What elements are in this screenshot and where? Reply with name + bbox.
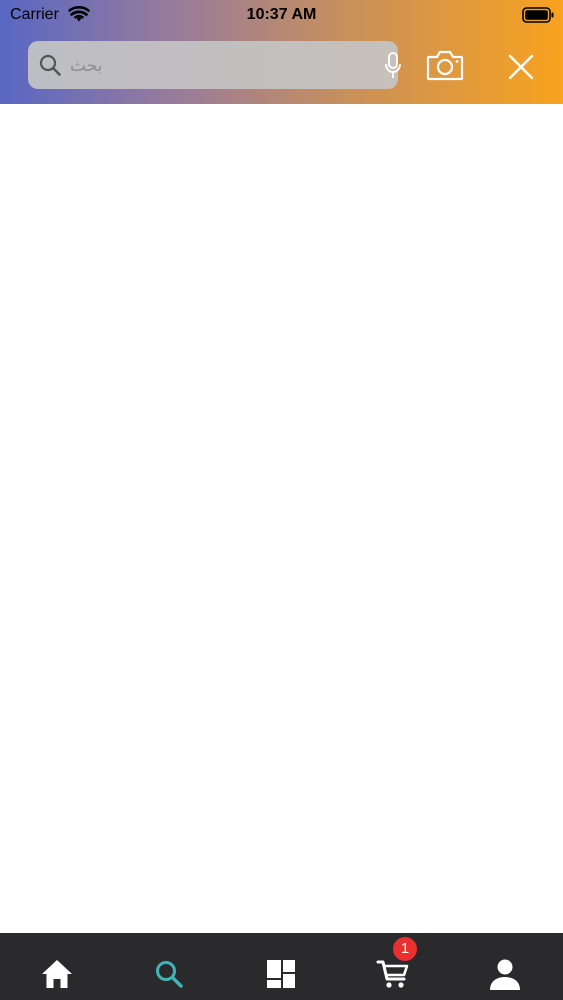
cart-badge: 1 (393, 937, 417, 961)
tab-categories[interactable] (224, 933, 336, 1000)
categories-icon (267, 960, 295, 988)
camera-icon[interactable] (426, 48, 464, 82)
battery-icon (522, 7, 554, 23)
search-results-area (0, 104, 563, 933)
clock: 10:37 AM (246, 6, 317, 23)
home-icon (42, 960, 72, 988)
profile-icon (490, 959, 520, 990)
microphone-icon[interactable] (383, 52, 403, 80)
tab-search[interactable] (112, 933, 224, 1000)
header: Carrier 10:37 AM (0, 0, 563, 104)
tab-home[interactable] (0, 933, 112, 1000)
search-icon (39, 54, 61, 76)
close-icon[interactable] (507, 53, 535, 81)
search-icon (156, 961, 183, 988)
screen: Carrier 10:37 AM بحث 1 (0, 0, 563, 1000)
cart-icon (376, 960, 409, 988)
search-bar[interactable] (28, 41, 401, 89)
status-bar: Carrier 10:37 AM (0, 0, 563, 30)
tab-cart[interactable]: 1 (336, 933, 448, 1000)
tab-bar: 1 (0, 933, 563, 1000)
tab-profile[interactable] (448, 933, 560, 1000)
search-input[interactable] (68, 49, 372, 83)
